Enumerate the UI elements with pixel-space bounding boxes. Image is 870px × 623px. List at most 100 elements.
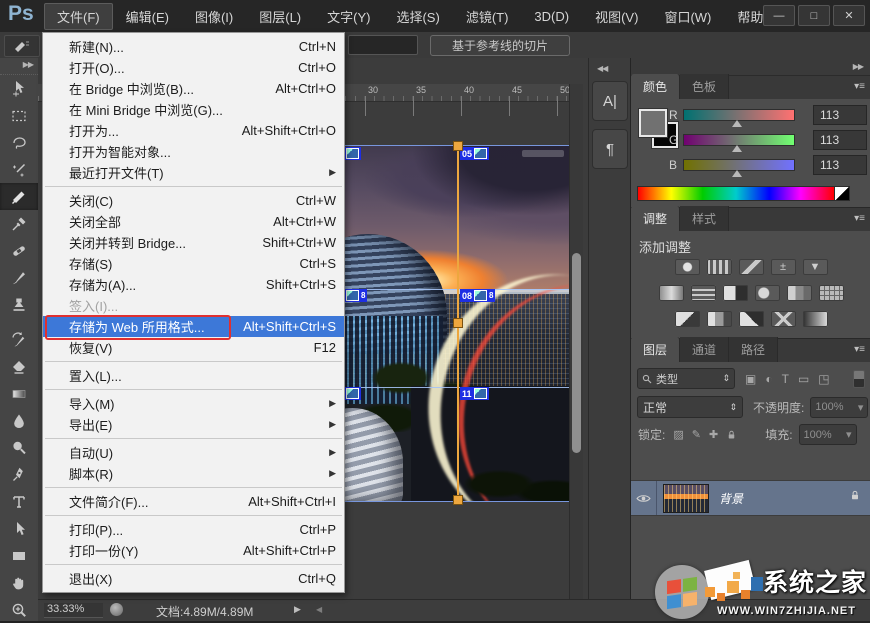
menu-file[interactable]: 文件(F) bbox=[44, 3, 113, 30]
fill-field[interactable]: 100% ▾ bbox=[799, 424, 857, 445]
green-slider[interactable] bbox=[683, 134, 795, 146]
minimize-button[interactable]: — bbox=[763, 5, 795, 26]
posterize-icon[interactable] bbox=[707, 311, 732, 327]
tab-channels[interactable]: 通道 bbox=[680, 337, 729, 362]
panel-menu-icon[interactable]: ▾≡ bbox=[854, 213, 865, 224]
threshold-icon[interactable] bbox=[739, 311, 764, 327]
layer-row-background[interactable]: 背景 bbox=[631, 480, 870, 516]
blur-tool[interactable] bbox=[0, 407, 38, 434]
slices-from-guides-button[interactable]: 基于参考线的切片 bbox=[430, 35, 570, 56]
menu-item-open-as[interactable]: 打开为...Alt+Shift+Ctrl+O bbox=[43, 120, 344, 141]
tab-layers[interactable]: 图层 bbox=[631, 337, 680, 362]
guide-handle[interactable] bbox=[453, 495, 463, 505]
menu-item-print-one-copy[interactable]: 打印一份(Y)Alt+Shift+Ctrl+P bbox=[43, 540, 344, 561]
slice-badge-05[interactable]: 05 bbox=[460, 147, 489, 160]
status-menu-icon[interactable]: ▶ bbox=[294, 604, 301, 615]
tool-preset-picker[interactable] bbox=[4, 35, 40, 57]
rectangular-marquee-tool[interactable] bbox=[0, 102, 38, 129]
tab-color[interactable]: 颜色 bbox=[631, 74, 680, 99]
vertical-scrollbar-thumb[interactable] bbox=[572, 253, 581, 453]
expand-panels-icon[interactable]: ◀◀ bbox=[589, 58, 630, 73]
panel-menu-icon[interactable]: ▾≡ bbox=[854, 344, 865, 355]
eyedropper-tool[interactable] bbox=[0, 210, 38, 237]
path-selection-tool[interactable] bbox=[0, 515, 38, 542]
red-slider[interactable] bbox=[683, 109, 795, 121]
exposure-icon[interactable]: ± bbox=[771, 259, 796, 275]
tab-adjustments[interactable]: 调整 bbox=[631, 206, 680, 231]
menu-window[interactable]: 窗口(W) bbox=[651, 3, 724, 30]
curves-icon[interactable] bbox=[739, 259, 764, 275]
menu-item-close-all[interactable]: 关闭全部Alt+Ctrl+W bbox=[43, 211, 344, 232]
filter-smart-objects-icon[interactable]: ◳ bbox=[818, 372, 829, 386]
menu-item-new[interactable]: 新建(N)...Ctrl+N bbox=[43, 36, 344, 57]
tab-styles[interactable]: 样式 bbox=[680, 206, 729, 231]
type-tool[interactable] bbox=[0, 488, 38, 515]
lock-all-icon[interactable] bbox=[726, 429, 737, 441]
tab-swatches[interactable]: 色板 bbox=[680, 74, 729, 99]
menu-item-browse-in-mini-bridge[interactable]: 在 Mini Bridge 中浏览(G)... bbox=[43, 99, 344, 120]
menu-view[interactable]: 视图(V) bbox=[582, 3, 651, 30]
slider-thumb[interactable] bbox=[732, 120, 742, 127]
color-balance-icon[interactable] bbox=[691, 285, 716, 301]
close-button[interactable]: ✕ bbox=[833, 5, 865, 26]
spectrum-bw-swatch[interactable] bbox=[834, 186, 850, 201]
blend-mode-select[interactable]: 正常 ⇕ bbox=[637, 396, 743, 418]
history-brush-tool[interactable] bbox=[0, 326, 38, 353]
menu-item-open-recent[interactable]: 最近打开文件(T)▶ bbox=[43, 162, 344, 183]
menu-item-export[interactable]: 导出(E)▶ bbox=[43, 414, 344, 435]
menu-type[interactable]: 文字(Y) bbox=[314, 3, 383, 30]
menu-item-revert[interactable]: 恢复(V)F12 bbox=[43, 337, 344, 358]
green-value-field[interactable]: 113 bbox=[813, 130, 867, 150]
magic-wand-tool[interactable] bbox=[0, 156, 38, 183]
hue-saturation-icon[interactable] bbox=[659, 285, 684, 301]
tab-paths[interactable]: 路径 bbox=[729, 337, 778, 362]
black-white-icon[interactable] bbox=[723, 285, 748, 301]
menu-filter[interactable]: 滤镜(T) bbox=[453, 3, 522, 30]
layer-visibility-toggle[interactable] bbox=[631, 481, 657, 515]
rectangle-shape-tool[interactable] bbox=[0, 542, 38, 569]
color-lookup-icon[interactable] bbox=[819, 285, 844, 301]
menu-item-exit[interactable]: 退出(X)Ctrl+Q bbox=[43, 568, 344, 589]
menu-item-save[interactable]: 存储(S)Ctrl+S bbox=[43, 253, 344, 274]
menu-item-close[interactable]: 关闭(C)Ctrl+W bbox=[43, 190, 344, 211]
healing-brush-tool[interactable] bbox=[0, 237, 38, 264]
menu-3d[interactable]: 3D(D) bbox=[521, 5, 582, 28]
toolbar-collapse-icon[interactable]: ▶▶ bbox=[0, 58, 38, 75]
invert-icon[interactable] bbox=[675, 311, 700, 327]
gradient-map-icon[interactable] bbox=[803, 311, 828, 327]
lock-transparency-icon[interactable]: ▨ bbox=[673, 428, 683, 441]
photo-filter-icon[interactable] bbox=[755, 285, 780, 301]
lasso-tool[interactable] bbox=[0, 129, 38, 156]
layer-thumbnail[interactable] bbox=[663, 484, 709, 513]
paragraph-panel-button[interactable]: ¶ bbox=[592, 129, 628, 169]
brightness-contrast-icon[interactable] bbox=[675, 259, 700, 275]
lock-position-icon[interactable]: ✚ bbox=[709, 428, 718, 441]
channel-mixer-icon[interactable] bbox=[787, 285, 812, 301]
menu-layer[interactable]: 图层(L) bbox=[246, 3, 314, 30]
layer-name[interactable]: 背景 bbox=[719, 490, 743, 507]
menu-item-open-as-smart-object[interactable]: 打开为智能对象... bbox=[43, 141, 344, 162]
move-tool[interactable] bbox=[0, 75, 38, 102]
filter-shape-layers-icon[interactable]: ▭ bbox=[798, 372, 809, 386]
zoom-level-field[interactable]: 33.33% bbox=[44, 603, 103, 618]
maximize-button[interactable]: □ bbox=[798, 5, 830, 26]
menu-select[interactable]: 选择(S) bbox=[383, 3, 452, 30]
eraser-tool[interactable] bbox=[0, 353, 38, 380]
menu-item-scripts[interactable]: 脚本(R)▶ bbox=[43, 463, 344, 484]
color-spectrum-ramp[interactable] bbox=[637, 186, 835, 201]
menu-item-close-and-go-to-bridge[interactable]: 关闭并转到 Bridge...Shift+Ctrl+W bbox=[43, 232, 344, 253]
lock-pixels-icon[interactable]: ✎ bbox=[692, 428, 701, 441]
clone-stamp-tool[interactable] bbox=[0, 291, 38, 318]
selective-color-icon[interactable] bbox=[771, 311, 796, 327]
slice-badge-08[interactable]: 088 bbox=[460, 289, 495, 302]
brush-tool[interactable] bbox=[0, 264, 38, 291]
layer-filter-toggle[interactable] bbox=[853, 370, 865, 388]
opacity-field[interactable]: 100% ▾ bbox=[810, 397, 868, 418]
slider-thumb[interactable] bbox=[732, 170, 742, 177]
levels-icon[interactable] bbox=[707, 259, 732, 275]
foreground-color-swatch[interactable] bbox=[639, 109, 667, 137]
menu-item-import[interactable]: 导入(M)▶ bbox=[43, 393, 344, 414]
slider-thumb[interactable] bbox=[732, 145, 742, 152]
status-scroll-left-icon[interactable]: ◀ bbox=[316, 605, 322, 614]
slice-options-field[interactable] bbox=[348, 35, 418, 55]
